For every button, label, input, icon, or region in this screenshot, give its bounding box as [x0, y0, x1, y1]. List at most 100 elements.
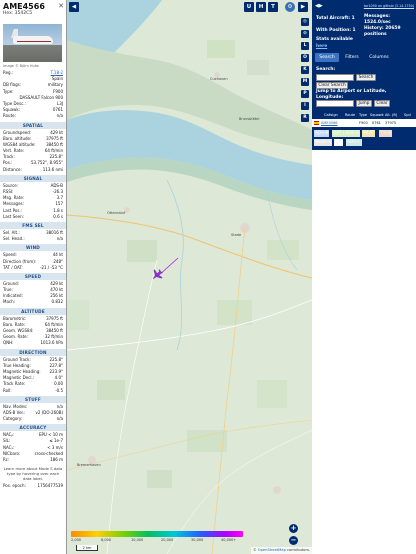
source-chip: Mode-S	[314, 139, 332, 146]
osm-attribution: © OpenStreetMap contributors.	[251, 547, 312, 554]
info-row: Route: n/a	[0, 113, 66, 119]
right-panel: ◀▶ tar1090 on github (3.14.1750) Total A…	[312, 0, 416, 554]
info-label: Mach:	[3, 299, 15, 305]
info-value: 113.6 nmi	[42, 166, 63, 172]
close-icon[interactable]: ✕	[58, 2, 64, 10]
info-label: Last Seen:	[3, 213, 24, 219]
map-toggle-button[interactable]: L	[301, 42, 309, 50]
col-route[interactable]: Route	[345, 112, 355, 119]
clear-jump-button[interactable]: Clear	[374, 100, 390, 107]
source-chip: ADS-C	[346, 139, 362, 146]
info-row: Category: n/a	[0, 416, 66, 422]
section-header: SPATIAL	[0, 121, 66, 129]
zoom-in-button[interactable]: +	[289, 524, 298, 533]
with-position: With Position: 1	[316, 28, 356, 33]
source-chip: UAT / ADS-R	[332, 130, 361, 137]
history-positions: History: 20659 positions	[364, 26, 401, 37]
info-row: Roll: -0.5	[0, 388, 66, 394]
zoom-out-button[interactable]: −	[289, 536, 298, 545]
map-toggle-button[interactable]: O	[301, 54, 309, 62]
info-row: TAT / OAT: -21 / -53 °C	[0, 265, 66, 271]
right-panel-empty	[312, 150, 416, 554]
info-value: 1013.6 hPa	[40, 340, 64, 346]
search-label: Search:	[316, 67, 336, 72]
detail-sections: SPATIAL Groundspeed: 429 kt Baro. altitude:…	[0, 121, 66, 464]
jump-button[interactable]: Jump	[356, 100, 372, 107]
legend-tick-label: 10,000	[131, 538, 144, 542]
map-toggle-button[interactable]: I	[301, 102, 309, 110]
row-type: F900	[359, 121, 368, 125]
info-label: Category:	[3, 416, 23, 422]
col-callsign[interactable]: Callsign	[324, 112, 338, 119]
info-label: Rc:	[3, 457, 10, 462]
osm-link[interactable]: OpenStreetMap	[258, 548, 286, 552]
row-squawk: 0761	[372, 121, 381, 125]
aircraft-photo[interactable]	[3, 24, 62, 62]
place-label: Stade	[231, 233, 241, 237]
sidebar-toggle-button[interactable]: ▶	[298, 2, 308, 12]
toggle-u-button[interactable]: U	[244, 2, 254, 12]
clear-search-button[interactable]: Clear Search	[316, 82, 348, 89]
source-chip: AIS	[334, 139, 343, 146]
collapse-arrows-icon[interactable]: ◀▶	[315, 3, 323, 9]
pos-epoch-row: Pos. epoch: 1756477539	[0, 483, 66, 489]
info-value: -0.5	[55, 387, 63, 393]
hex-label: Hex: 3542C5	[3, 11, 33, 16]
info-label: TAT / OAT:	[3, 264, 23, 270]
learn-more-text: Learn more about Mode S data type by hov…	[3, 466, 63, 482]
settings-gear-icon[interactable]: ⚙	[285, 2, 295, 12]
map-toggle-button[interactable]: K	[301, 66, 309, 74]
info-label: Sel. Head.:	[3, 236, 25, 242]
source-chip: ADS-B	[314, 130, 330, 137]
map-view[interactable]: Cuxhaven Otterndorf Stade Brunsbüttel Br…	[67, 0, 312, 554]
search-input[interactable]	[316, 74, 354, 81]
toggle-t-button[interactable]: T	[268, 2, 278, 12]
section-header: ACCURACY	[0, 424, 66, 432]
map-canvas[interactable]: Cuxhaven Otterndorf Stade Brunsbüttel Br…	[67, 0, 312, 554]
map-toggle-button[interactable]: P	[301, 90, 309, 98]
jump-input[interactable]	[316, 100, 354, 107]
messages-rate: Messages: 1524.0/sec	[364, 14, 391, 25]
info-label: Roll:	[3, 387, 12, 393]
col-speed[interactable]: Spd	[404, 112, 411, 119]
stats-available: Stats available	[316, 37, 353, 42]
legend-tick-label: 20,000	[161, 538, 174, 542]
back-button[interactable]: ◀	[69, 2, 79, 12]
toggle-h-button[interactable]: H	[256, 2, 266, 12]
search-button[interactable]: Search	[356, 74, 376, 81]
info-row: Distance: 113.6 nmi	[0, 167, 66, 173]
info-value: n/a	[56, 416, 63, 422]
aircraft-header: AME4566 Hex: 3542C5 ✕	[0, 0, 66, 22]
section-header: STUFF	[0, 395, 66, 403]
section-header: SPEED	[0, 272, 66, 280]
legend-tick-label: 6,000	[101, 538, 112, 542]
col-altitude[interactable]: Alt. (ft)	[385, 112, 397, 119]
map-toggle-button[interactable]: R	[301, 114, 309, 122]
aircraft-info-panel: AME4566 Hex: 3542C5 ✕ Image © Björn Huke…	[0, 0, 67, 554]
info-value: 186 m	[50, 457, 63, 462]
table-row[interactable]: AME4566 F900 0761 37975	[312, 119, 416, 127]
section-header: SIGNAL	[0, 174, 66, 182]
section-header: WIND	[0, 244, 66, 252]
tab-filters[interactable]: Filters	[340, 53, 364, 62]
section-header: DIRECTION	[0, 348, 66, 356]
pos-epoch-label: Pos. epoch:	[3, 483, 26, 489]
tab-columns[interactable]: Columns	[365, 53, 393, 62]
col-type[interactable]: Type	[359, 112, 367, 119]
aircraft-marker-icon[interactable]	[151, 269, 163, 281]
map-toggle-button[interactable]: M	[301, 78, 309, 86]
osm-suffix: contributors.	[285, 548, 310, 552]
altitude-color-legend	[71, 531, 243, 537]
info-value: 0.832	[51, 299, 63, 305]
map-toggle-button[interactable]: ⊙	[301, 30, 309, 38]
place-label: Brunsbüttel	[239, 117, 259, 121]
map-toggle-button[interactable]: ◎	[301, 18, 309, 26]
tab-search[interactable]: Search	[315, 53, 339, 62]
github-link[interactable]: tar1090 on github (3.14.1750)	[364, 4, 414, 8]
row-callsign[interactable]: AME4566	[321, 119, 338, 127]
info-label: QNH:	[3, 340, 14, 346]
jump-label: Jump to Airport or Latitude, Longitude:	[316, 89, 387, 100]
stats-here-link[interactable]: here	[316, 44, 327, 49]
section-header: ALTITUDE	[0, 307, 66, 315]
col-squawk[interactable]: Squawk	[370, 112, 384, 119]
